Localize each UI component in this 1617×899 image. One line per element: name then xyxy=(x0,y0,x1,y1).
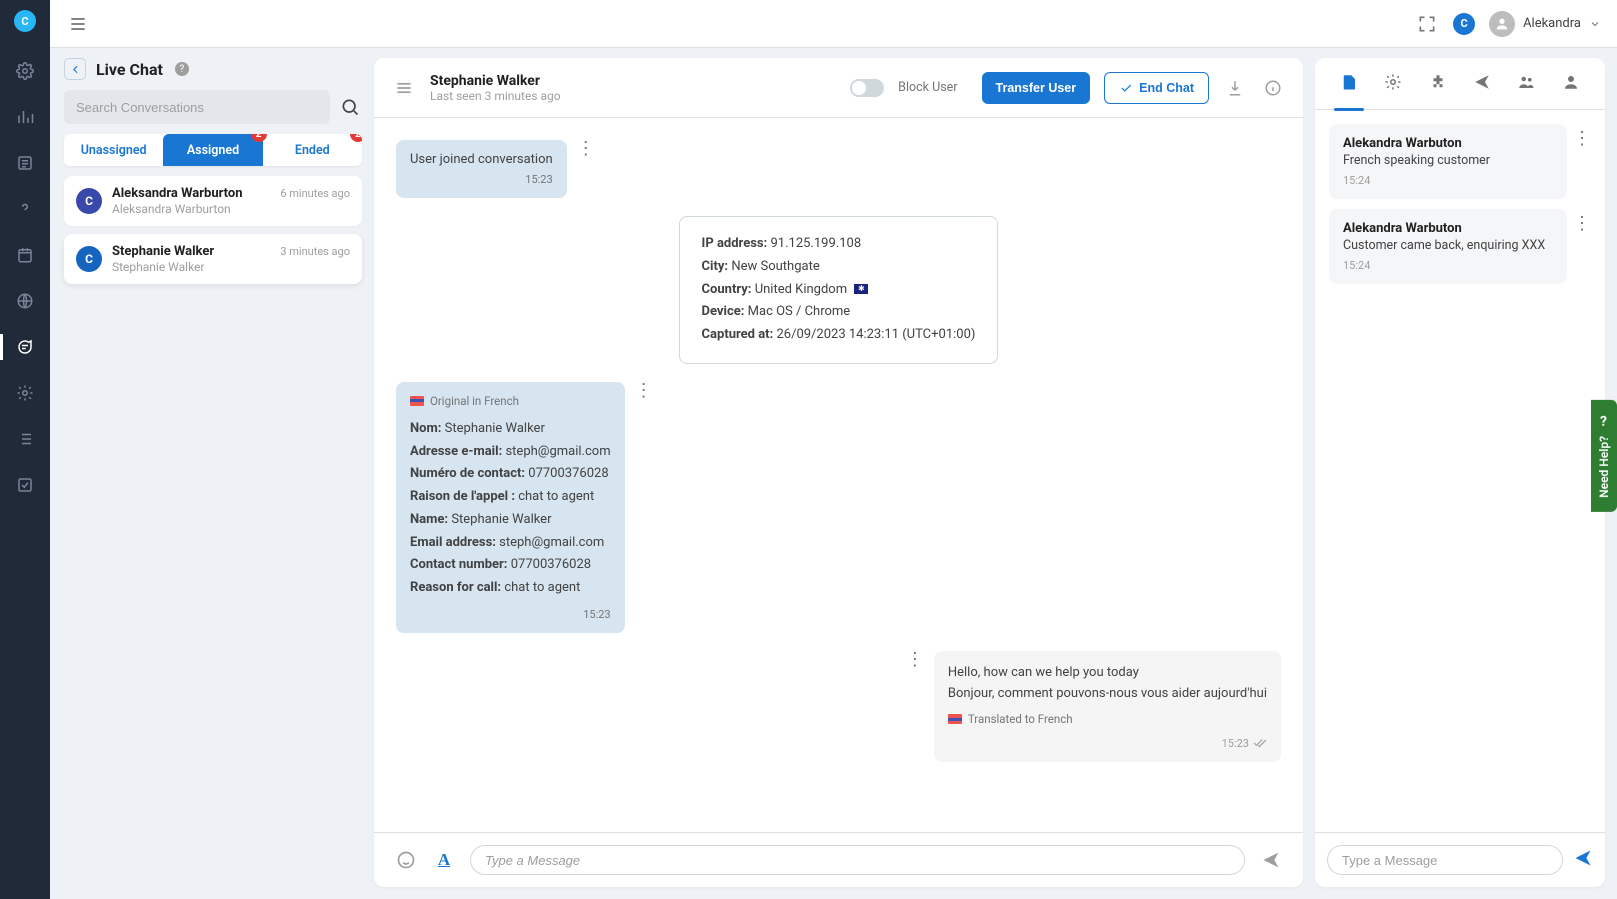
page-title: Live Chat xyxy=(96,60,163,79)
note-actions-icon[interactable]: ⋮ xyxy=(1573,130,1591,148)
notes-panel: Alekandra Warbuton French speaking custo… xyxy=(1315,58,1605,887)
check-icon xyxy=(1119,81,1133,95)
send-icon[interactable] xyxy=(1259,848,1283,872)
delivered-icon xyxy=(1253,736,1267,750)
notes-tab-notes[interactable] xyxy=(1336,67,1362,101)
note-card: Alekandra Warbuton French speaking custo… xyxy=(1329,124,1567,199)
agent-message: Hello, how can we help you today Bonjour… xyxy=(934,651,1281,763)
note-actions-icon[interactable]: ⋮ xyxy=(1573,215,1591,233)
notes-tab-send[interactable] xyxy=(1469,67,1495,101)
question-icon: ? xyxy=(1601,414,1608,430)
note-send-icon[interactable] xyxy=(1573,848,1593,872)
chat-contact-name: Stephanie Walker xyxy=(430,73,561,89)
fullscreen-icon[interactable] xyxy=(1415,12,1439,36)
chevron-down-icon xyxy=(1589,18,1601,30)
message-composer: A xyxy=(374,832,1303,887)
notes-tab-group[interactable] xyxy=(1513,67,1539,101)
end-chat-button[interactable]: End Chat xyxy=(1104,72,1209,104)
topbar: C Alekandra xyxy=(50,0,1617,48)
need-help-tab[interactable]: Need Help? ? xyxy=(1591,400,1617,512)
note-card: Alekandra Warbuton Customer came back, e… xyxy=(1329,209,1567,284)
nav-check[interactable] xyxy=(0,472,50,498)
ended-badge: 2 xyxy=(350,134,362,142)
search-input[interactable] xyxy=(64,90,330,124)
note-input[interactable] xyxy=(1327,845,1563,875)
conversation-sidebar: Live Chat ? Unassigned Assigned 2 Ended … xyxy=(64,58,362,887)
block-user-toggle[interactable] xyxy=(850,79,884,97)
transfer-user-button[interactable]: Transfer User xyxy=(982,72,1091,104)
reorder-icon[interactable] xyxy=(392,76,416,100)
back-button[interactable] xyxy=(64,58,86,80)
user-menu[interactable]: Alekandra xyxy=(1489,11,1601,37)
message-input[interactable] xyxy=(470,845,1245,875)
emoji-icon[interactable] xyxy=(394,848,418,872)
message-actions-icon[interactable]: ⋮ xyxy=(635,382,653,400)
nav-calendar[interactable] xyxy=(0,242,50,268)
notes-tab-puzzle[interactable] xyxy=(1425,67,1451,101)
username-label: Alekandra xyxy=(1523,16,1581,31)
search-icon[interactable] xyxy=(338,95,362,119)
conversation-tabs: Unassigned Assigned 2 Ended 2 xyxy=(64,134,362,166)
nav-globe[interactable] xyxy=(0,288,50,314)
tab-ended[interactable]: Ended 2 xyxy=(263,134,362,166)
conversation-item[interactable]: C Stephanie Walker3 minutes ago Stephani… xyxy=(64,234,362,284)
message-actions-icon[interactable]: ⋮ xyxy=(906,651,924,669)
info-icon[interactable] xyxy=(1261,76,1285,100)
tab-assigned[interactable]: Assigned 2 xyxy=(163,134,262,166)
contact-avatar: C xyxy=(76,188,102,214)
fr-flag-icon xyxy=(948,714,962,724)
nav-docs[interactable] xyxy=(0,150,50,176)
translated-form-message: Original in French Nom: Stephanie Walker… xyxy=(396,382,625,633)
nav-chat[interactable] xyxy=(0,334,50,360)
fr-flag-icon xyxy=(410,396,424,406)
contact-avatar: C xyxy=(76,246,102,272)
uk-flag-icon xyxy=(854,284,868,294)
nav-list[interactable] xyxy=(0,426,50,452)
brand-logo: C xyxy=(14,10,36,32)
visitor-info-box: IP address: 91.125.199.108 City: New Sou… xyxy=(679,216,999,364)
nav-rail: C xyxy=(0,0,50,899)
format-icon[interactable]: A xyxy=(432,848,456,872)
conversation-item[interactable]: C Aleksandra Warburton6 minutes ago Alek… xyxy=(64,176,362,226)
message-actions-icon[interactable]: ⋮ xyxy=(577,140,595,158)
menu-icon[interactable] xyxy=(66,12,90,36)
notes-tab-settings[interactable] xyxy=(1380,67,1406,101)
notes-tab-person[interactable] xyxy=(1558,67,1584,101)
nav-settings[interactable] xyxy=(0,58,50,84)
nav-analytics[interactable] xyxy=(0,104,50,130)
help-icon[interactable]: ? xyxy=(175,62,189,76)
nav-gear[interactable] xyxy=(0,380,50,406)
org-badge[interactable]: C xyxy=(1453,13,1475,35)
system-message: User joined conversation 15:23 xyxy=(396,140,567,198)
chat-last-seen: Last seen 3 minutes ago xyxy=(430,89,561,103)
tab-unassigned[interactable]: Unassigned xyxy=(64,134,163,166)
nav-help[interactable] xyxy=(0,196,50,222)
avatar-icon xyxy=(1489,11,1515,37)
block-user-label: Block User xyxy=(898,80,957,95)
chat-panel: Stephanie Walker Last seen 3 minutes ago… xyxy=(374,58,1303,887)
download-icon[interactable] xyxy=(1223,76,1247,100)
